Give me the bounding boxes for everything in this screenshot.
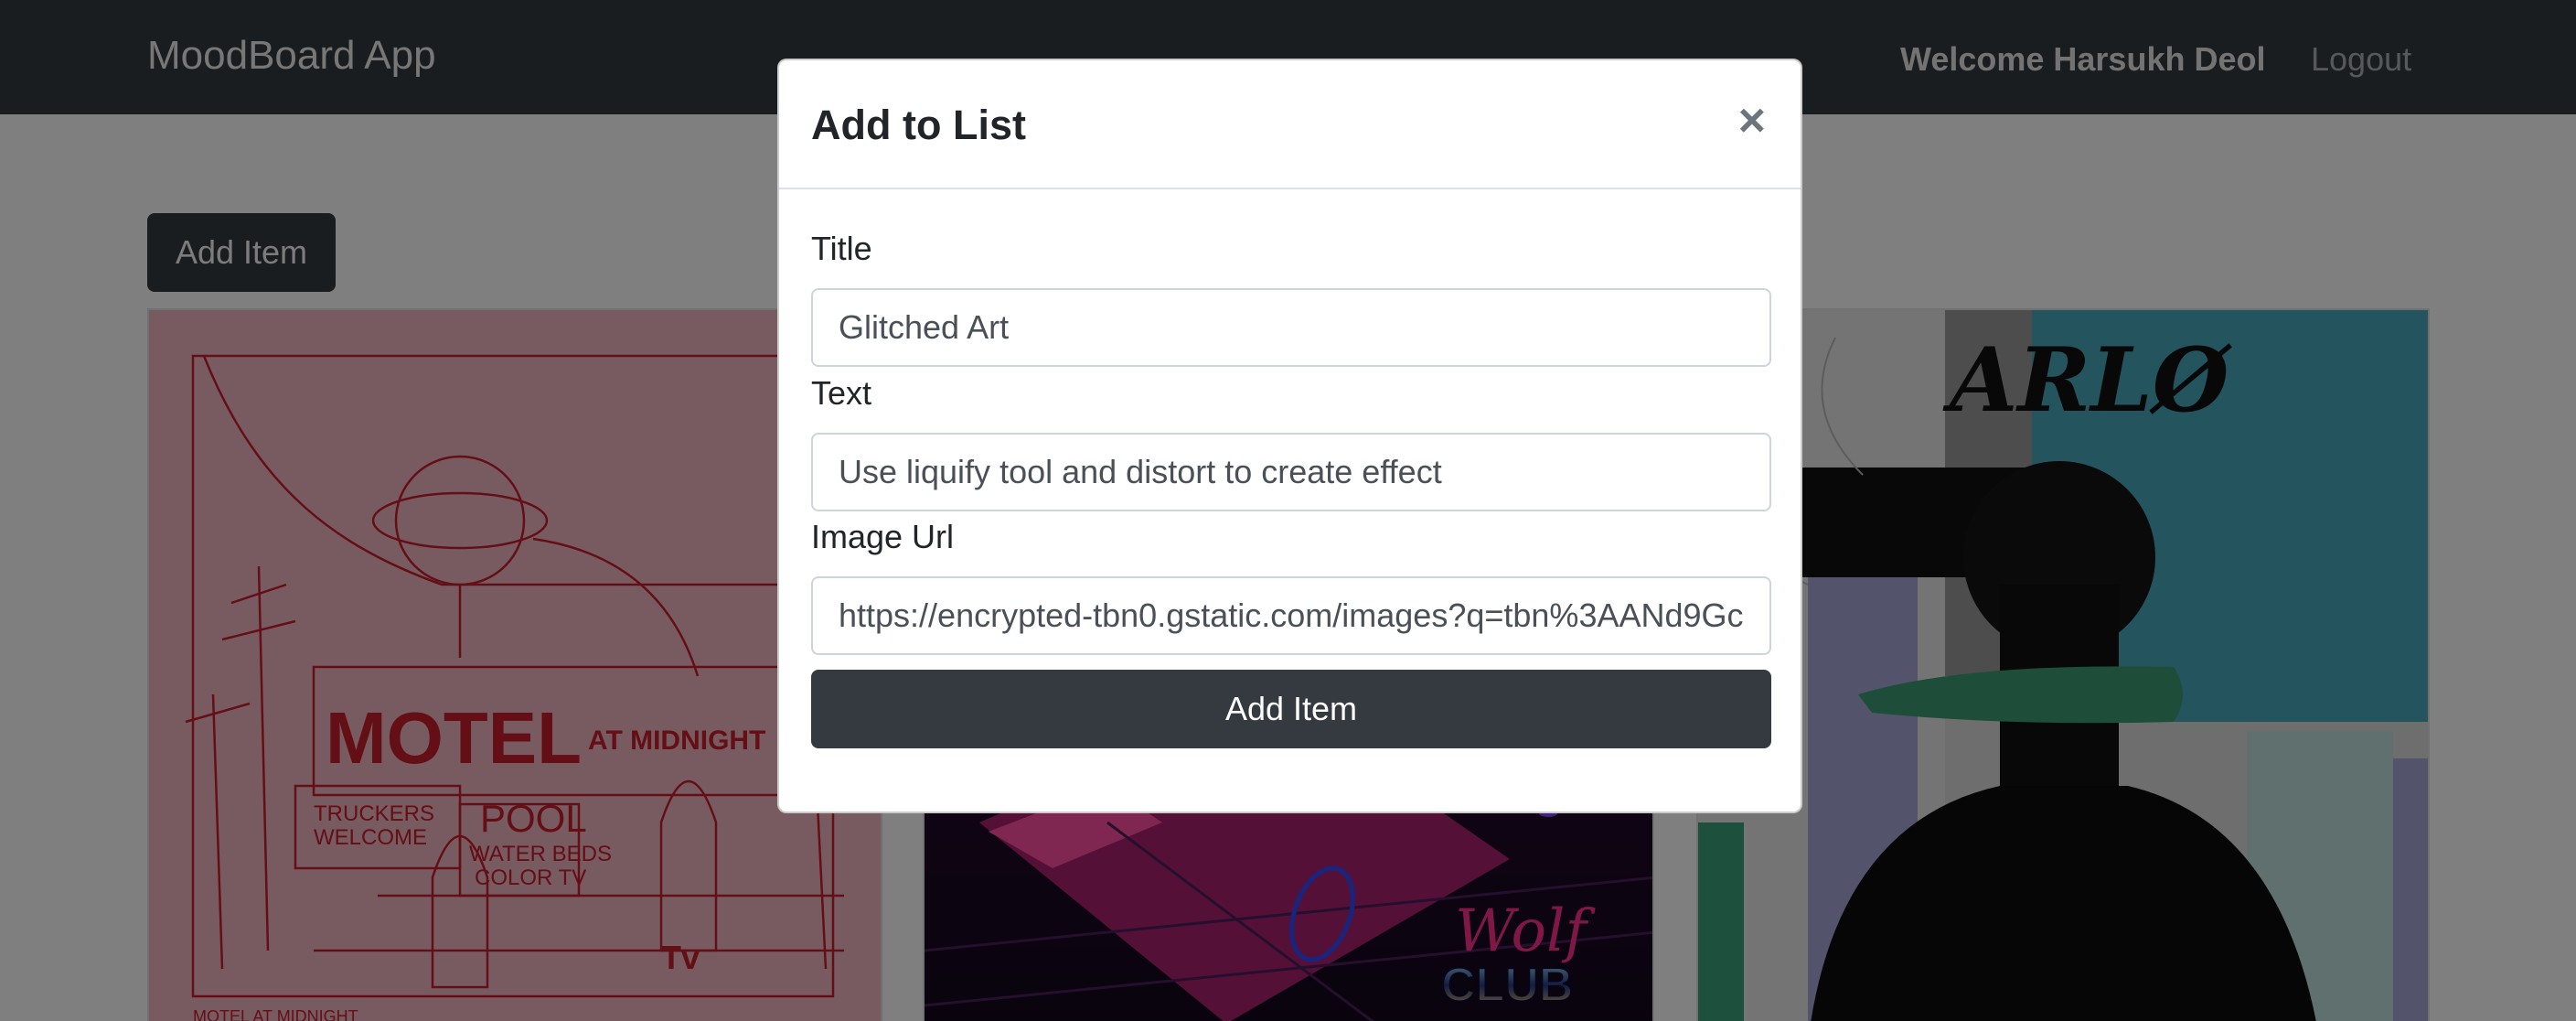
image-url-label: Image Url [811,518,955,555]
submit-add-item-button[interactable]: Add Item [811,670,1771,748]
add-to-list-modal: Add to List × Title Glitched Art Text Us… [777,59,1802,813]
title-input[interactable]: Glitched Art [811,288,1771,367]
modal-header: Add to List × [779,60,1801,189]
text-label: Text [811,374,872,412]
text-input[interactable]: Use liquify tool and distort to create e… [811,433,1771,511]
title-label: Title [811,230,872,267]
modal-title: Add to List [811,102,1026,148]
image-url-input[interactable]: https://encrypted-tbn0.gstatic.com/image… [811,576,1771,655]
close-icon[interactable]: × [1738,97,1766,145]
